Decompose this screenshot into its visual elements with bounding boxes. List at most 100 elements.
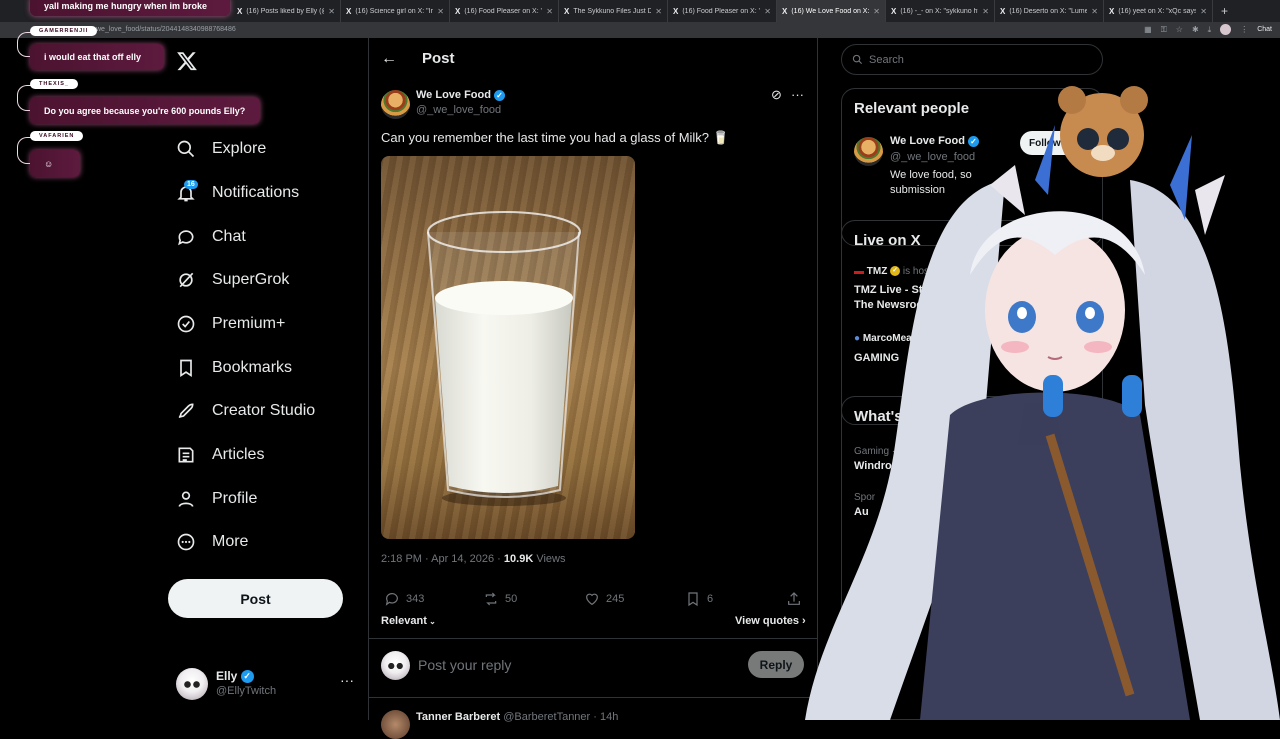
reply-button[interactable]: Reply bbox=[748, 651, 804, 678]
grok-explain-icon[interactable]: ⊘ bbox=[771, 87, 782, 103]
chat-message: ☺ bbox=[30, 150, 80, 177]
post-time[interactable]: 2:18 PM · Apr 14, 2026 · bbox=[381, 553, 504, 565]
x-favicon-icon: X bbox=[1000, 6, 1006, 16]
repost-icon bbox=[485, 592, 497, 606]
close-icon[interactable]: ✕ bbox=[764, 7, 771, 16]
more-circle-icon bbox=[176, 532, 196, 552]
repost-action[interactable]: 50 bbox=[483, 591, 517, 607]
browser-tab[interactable]: X (16) -_- on X: "sykkuno http ✕ bbox=[886, 0, 995, 22]
browser-tab[interactable]: X(16) Food Pleaser on X: "Her ✕ bbox=[668, 0, 777, 22]
nav-item-label: Chat bbox=[212, 228, 246, 245]
nav-item-label: Profile bbox=[212, 490, 258, 507]
chat-connector bbox=[17, 85, 31, 111]
extensions-icon[interactable]: ▦ bbox=[1144, 25, 1152, 34]
milk-glass-illustration bbox=[427, 211, 581, 506]
chat-connector bbox=[17, 137, 31, 164]
chat-username: VAFARIEN bbox=[30, 131, 84, 141]
browser-tab[interactable]: X(16) yeet on X: "xQc says Syk✕ bbox=[1104, 0, 1213, 22]
browser-tab[interactable]: X(16) We Love Food on X: "Ca✕ bbox=[777, 0, 886, 22]
grok-icon bbox=[176, 270, 196, 290]
post-button[interactable]: Post bbox=[168, 579, 343, 618]
post-timestamp: 2:18 PM · Apr 14, 2026 · 10.9K Views bbox=[381, 553, 565, 565]
key-icon[interactable]: ⚿ bbox=[1161, 25, 1167, 35]
x-favicon-icon: X bbox=[564, 6, 570, 16]
nav-item-label: Bookmarks bbox=[212, 359, 293, 376]
views-label: Views bbox=[533, 553, 566, 565]
bookmark-icon bbox=[688, 592, 698, 607]
close-icon[interactable]: ✕ bbox=[1091, 7, 1098, 16]
tab-title: (16) yeet on X: "xQc says Syk bbox=[1118, 7, 1197, 15]
views-count: 10.9K bbox=[503, 553, 534, 565]
post-text: Can you remember the last time you had a… bbox=[381, 130, 729, 145]
tab-title: (16) Deserto on X: "Lumen C bbox=[1009, 7, 1087, 15]
close-icon[interactable]: ✕ bbox=[437, 7, 444, 16]
account-more-icon[interactable]: ··· bbox=[340, 672, 354, 688]
view-quotes-link[interactable]: View quotes › bbox=[735, 615, 806, 627]
sort-label: Relevant bbox=[381, 615, 427, 627]
close-icon[interactable]: ✕ bbox=[982, 7, 989, 16]
heart-icon bbox=[586, 593, 598, 606]
account-name: Elly bbox=[216, 669, 238, 683]
extension-puzzle-icon[interactable]: ✱ bbox=[1192, 25, 1199, 34]
chevron-down-icon: ⌄ bbox=[426, 617, 436, 626]
post-image[interactable] bbox=[381, 156, 635, 539]
reply-author-avatar[interactable] bbox=[381, 710, 410, 739]
sort-dropdown[interactable]: Relevant ⌄ bbox=[381, 615, 436, 627]
account-switcher[interactable]: Elly ✓ @EllyTwitch ··· bbox=[176, 666, 356, 702]
chat-message: Do you agree because you're 600 pounds E… bbox=[30, 97, 260, 124]
back-arrow-icon[interactable]: ← bbox=[381, 50, 397, 68]
browser-tab[interactable]: X(16) Food Pleaser on X: "Des ✕ bbox=[450, 0, 559, 22]
reply-action[interactable]: 343 bbox=[384, 591, 424, 607]
chat-button[interactable]: Chat bbox=[1257, 26, 1272, 33]
person-icon bbox=[176, 489, 196, 509]
menu-dots-icon[interactable]: ⋮ bbox=[1240, 25, 1248, 34]
x-favicon-icon: X bbox=[455, 6, 461, 16]
nav-item-premium[interactable]: Premium+ bbox=[176, 309, 285, 339]
close-icon[interactable]: ✕ bbox=[873, 7, 880, 16]
reply-icon bbox=[385, 593, 398, 606]
reply-divider bbox=[369, 638, 817, 639]
nav-item-bookmarks[interactable]: Bookmarks bbox=[176, 353, 292, 383]
author-name[interactable]: We Love Food bbox=[416, 89, 491, 101]
stream-chat-overlay: yall making me hungry when im broke GAMER… bbox=[0, 0, 270, 190]
reply-count: 343 bbox=[406, 593, 425, 605]
search-icon bbox=[852, 54, 863, 65]
repost-count: 50 bbox=[505, 593, 518, 605]
account-avatar bbox=[176, 668, 208, 700]
reply-avatar bbox=[381, 651, 410, 680]
x-favicon-icon: X bbox=[673, 6, 679, 16]
nav-item-supergrok[interactable]: SuperGrok bbox=[176, 265, 289, 295]
tab-title: (16) We Love Food on X: "Ca bbox=[791, 7, 870, 15]
close-icon[interactable]: ✕ bbox=[328, 7, 335, 16]
nav-item-label: More bbox=[212, 533, 249, 550]
close-icon[interactable]: ✕ bbox=[546, 7, 553, 16]
browser-tab[interactable]: XThe Sykkuno Files Just Drop ✕ bbox=[559, 0, 668, 22]
search-input[interactable]: Search bbox=[841, 44, 1103, 75]
star-icon[interactable]: ☆ bbox=[1176, 25, 1183, 34]
profile-avatar-icon[interactable] bbox=[1220, 24, 1232, 35]
chat-username: GAMERRENJII bbox=[30, 26, 98, 36]
reply-input[interactable]: Post your reply bbox=[418, 657, 511, 673]
author-avatar[interactable] bbox=[381, 90, 410, 119]
close-icon[interactable]: ✕ bbox=[1200, 7, 1207, 16]
nav-item-creator-studio[interactable]: Creator Studio bbox=[176, 396, 315, 426]
like-action[interactable]: 245 bbox=[584, 591, 624, 607]
browser-tab[interactable]: X(16) Science girl on X: "Irides ✕ bbox=[341, 0, 450, 22]
nav-item-profile[interactable]: Profile bbox=[176, 484, 257, 514]
nav-item-articles[interactable]: Articles bbox=[176, 440, 264, 470]
tab-title: (16) -_- on X: "sykkuno http bbox=[900, 7, 979, 15]
close-icon[interactable]: ✕ bbox=[655, 7, 662, 16]
main-column: ← Post We Love Food ✓ @_we_love_food ⊘ ·… bbox=[369, 38, 817, 739]
chat-message: i would eat that off elly bbox=[30, 44, 164, 70]
reply-author-name[interactable]: Tanner Barberet bbox=[416, 711, 500, 723]
verified-badge-icon: ✓ bbox=[494, 89, 506, 101]
author-handle[interactable]: @_we_love_food bbox=[416, 104, 501, 116]
new-tab-button[interactable]: + bbox=[1213, 4, 1236, 18]
nav-item-chat[interactable]: Chat bbox=[176, 222, 246, 252]
bookmark-action[interactable]: 6 bbox=[685, 591, 713, 607]
browser-tab[interactable]: X(16) Deserto on X: "Lumen C ✕ bbox=[995, 0, 1104, 22]
nav-item-more[interactable]: More bbox=[176, 527, 248, 557]
download-icon[interactable]: ⤓ bbox=[1208, 25, 1212, 35]
x-favicon-icon: X bbox=[1109, 6, 1115, 16]
tab-title: (16) Food Pleaser on X: "Her bbox=[682, 7, 760, 15]
